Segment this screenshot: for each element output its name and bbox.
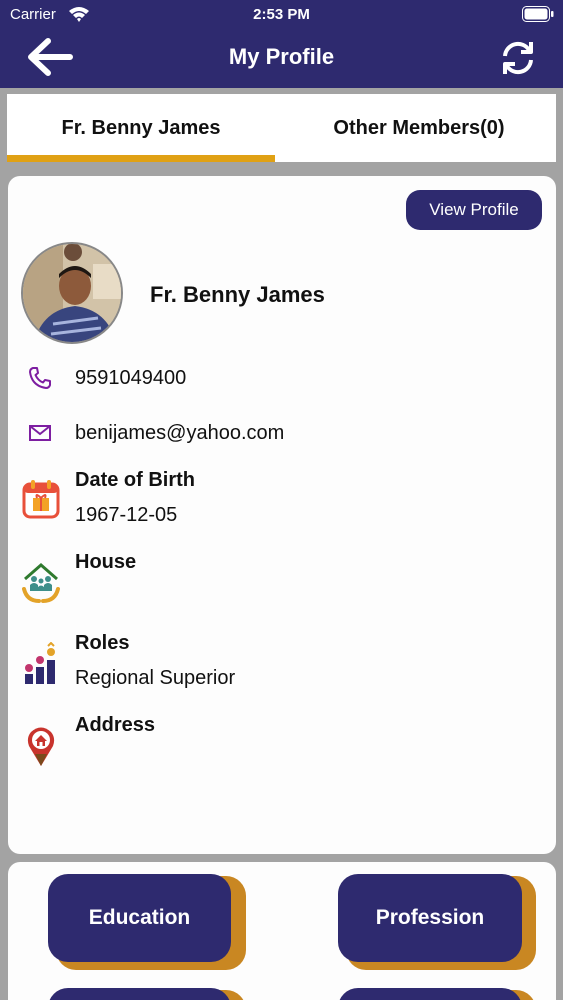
phone-number[interactable]: 9591049400 <box>75 367 186 390</box>
roles-value: Regional Superior <box>75 667 236 689</box>
house-label: House <box>75 551 137 573</box>
address-label: Address <box>75 714 156 736</box>
dob-label: Date of Birth <box>75 469 195 491</box>
view-profile-button[interactable]: View Profile <box>406 190 542 230</box>
tab-other-members[interactable]: Other Members(0) <box>282 94 556 162</box>
birthday-calendar-icon <box>22 480 60 519</box>
house-icon <box>22 563 60 603</box>
refresh-icon[interactable] <box>498 38 538 78</box>
active-tab-indicator <box>7 155 275 162</box>
profile-name: Fr. Benny James <box>150 282 325 307</box>
avatar <box>21 242 123 344</box>
section-button[interactable] <box>48 988 231 1000</box>
address-pin-icon <box>27 727 55 766</box>
status-time: 2:53 PM <box>253 6 310 23</box>
email-icon <box>29 425 51 441</box>
dob-value: 1967-12-05 <box>75 504 178 526</box>
roles-label: Roles <box>75 632 130 654</box>
email-address[interactable]: benijames@yahoo.com <box>75 422 284 445</box>
status-bar: Carrier 2:53 PM <box>0 0 563 30</box>
battery-icon <box>522 6 554 22</box>
page-title: My Profile <box>228 44 335 69</box>
sections-card: Education Profession <box>8 862 556 1000</box>
tab-self[interactable]: Fr. Benny James <box>7 94 275 162</box>
roles-icon <box>25 642 55 684</box>
profile-card: View Profile Fr. Benny James 9591049400 … <box>8 176 556 854</box>
education-button[interactable]: Education <box>48 874 231 962</box>
app-header: Carrier 2:53 PM My Profile <box>0 0 563 88</box>
phone-icon <box>29 367 51 389</box>
member-tabs: Fr. Benny James Other Members(0) <box>7 94 556 162</box>
profession-button[interactable]: Profession <box>338 874 522 962</box>
section-button[interactable] <box>338 988 522 1000</box>
